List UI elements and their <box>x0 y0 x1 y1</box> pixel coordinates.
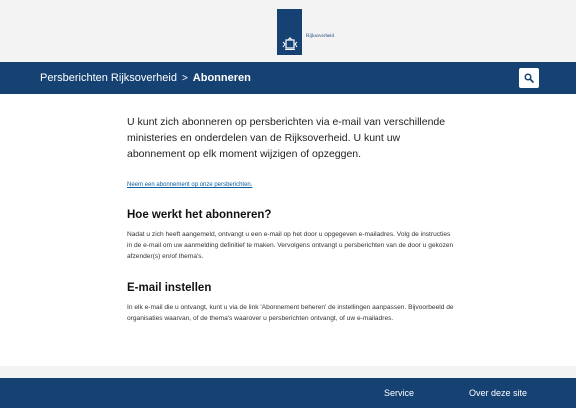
crest-icon <box>282 37 297 50</box>
footer-about-link[interactable]: Over deze site <box>469 378 527 408</box>
section-title-how: Hoe werkt het abonneren? <box>127 209 272 221</box>
site-footer: Service Over deze site <box>0 378 576 408</box>
intro-text: U kunt zich abonneren op persberichten v… <box>127 116 446 160</box>
section-text-how: Nadat u zich heeft aangemeld, ontvangt u… <box>127 231 454 260</box>
content-column: U kunt zich abonneren op persberichten v… <box>127 114 457 324</box>
footer-service-link[interactable]: Service <box>384 378 414 408</box>
logo-text: Rijksoverheid <box>306 34 335 39</box>
main-content: U kunt zich abonneren op persberichten v… <box>0 94 576 366</box>
breadcrumb-parent-link[interactable]: Persberichten Rijksoverheid <box>40 72 177 84</box>
breadcrumb-current: Abonneren <box>192 72 251 84</box>
search-icon <box>524 73 534 83</box>
breadcrumb-separator: > <box>181 72 188 84</box>
footer-spacer <box>0 366 576 378</box>
breadcrumb-bar: Persberichten Rijksoverheid > Abonneren <box>0 62 576 94</box>
section-text-email: In elk e-mail die u ontvangt, kunt u via… <box>127 304 454 322</box>
section-title-email: E-mail instellen <box>127 282 212 294</box>
search-button[interactable] <box>519 68 539 88</box>
rijksoverheid-logo[interactable]: Rijksoverheid <box>277 9 334 55</box>
logo-emblem <box>277 9 302 55</box>
breadcrumb: Persberichten Rijksoverheid > Abonneren <box>40 62 251 94</box>
subscribe-link[interactable]: Neem een abonnement op onze persberichte… <box>127 182 252 188</box>
